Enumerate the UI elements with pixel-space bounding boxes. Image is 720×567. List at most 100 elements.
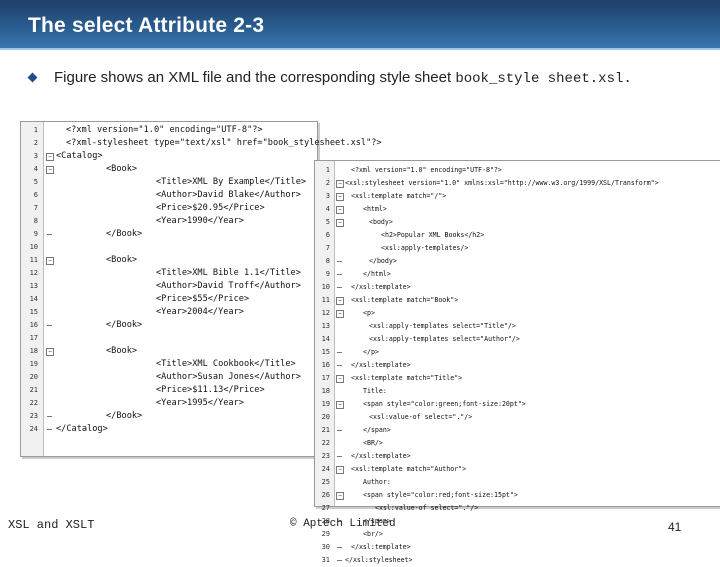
line-number: 19: [321, 400, 330, 408]
code-text: <Year>2004</Year>: [156, 307, 244, 317]
code-text: </Catalog>: [56, 424, 108, 434]
line-number: 21: [321, 426, 330, 434]
line-number: 24: [321, 465, 330, 473]
xml-code-listing: 1 <?xml version="1.0" encoding="UTF-8"?> 2…: [20, 121, 382, 457]
code-text: <?xml-stylesheet type="text/xsl" href="b…: [66, 138, 382, 148]
fold-end-icon: [337, 261, 342, 262]
line-number: 5: [33, 178, 38, 186]
line-number: 17: [29, 334, 38, 342]
code-line: 1 <?xml version="1.0" encoding="UTF-8"?>: [21, 124, 317, 137]
fold-toggle-icon[interactable]: −: [46, 153, 54, 161]
line-number: 11: [29, 256, 38, 264]
fold-toggle-icon[interactable]: −: [46, 257, 54, 265]
line-number: 26: [321, 491, 330, 499]
line-number: 19: [29, 360, 38, 368]
bullet-icon: [27, 72, 38, 83]
line-number: 13: [29, 282, 38, 290]
fold-toggle-icon[interactable]: −: [336, 193, 344, 201]
fold-end-icon: [47, 234, 52, 235]
code-line: 23 </xsl:template>: [315, 450, 720, 463]
code-text: <?xml version="1.0" encoding="UTF-8"?>: [351, 166, 502, 174]
code-text: <xsl:apply-templates select="Author"/>: [369, 335, 520, 343]
code-line: 9 </html>: [315, 268, 720, 281]
line-number: 1: [33, 126, 38, 134]
code-line: 11− <xsl:template match="Book">: [315, 294, 720, 307]
line-number: 5: [325, 218, 330, 226]
fold-end-icon: [47, 325, 52, 326]
code-text: <h2>Popular XML Books</h2>: [381, 231, 485, 239]
fold-toggle-icon[interactable]: −: [336, 297, 344, 305]
code-line: 19− <span style="color:green;font-size:20…: [315, 398, 720, 411]
code-text: </xsl:stylesheet>: [345, 556, 413, 564]
intro-paragraph: Figure shows an XML file and the corresp…: [54, 67, 694, 90]
line-number: 15: [321, 348, 330, 356]
code-text: <Author>David Blake</Author>: [156, 190, 301, 200]
line-number: 8: [33, 217, 38, 225]
fold-toggle-icon[interactable]: −: [336, 375, 344, 383]
code-text: <Title>XML By Example</Title>: [156, 177, 307, 187]
code-text: <Book>: [106, 164, 138, 174]
xsl-code-listing: 1 <?xml version="1.0" encoding="UTF-8"?> 2…: [314, 160, 720, 564]
fold-toggle-icon[interactable]: −: [46, 348, 54, 356]
code-line: 22 <BR/>: [315, 437, 720, 450]
code-text: <BR/>: [363, 439, 383, 447]
fold-toggle-icon[interactable]: −: [336, 206, 344, 214]
code-line: 21 <Price>$11.13</Price>: [21, 384, 317, 397]
code-line: 12− <p>: [315, 307, 720, 320]
code-line: 22 <Year>1995</Year>: [21, 397, 317, 410]
fold-end-icon: [337, 560, 342, 561]
line-number: 24: [29, 425, 38, 433]
slide-title: The select Attribute 2-3: [28, 14, 265, 37]
code-text: <Author>David Troff</Author>: [156, 281, 301, 291]
line-number: 18: [321, 387, 330, 395]
line-number: 10: [29, 243, 38, 251]
line-number: 20: [321, 413, 330, 421]
code-text: Title:: [363, 387, 387, 395]
code-line: 10: [21, 241, 317, 254]
line-number: 6: [33, 191, 38, 199]
line-number: 22: [29, 399, 38, 407]
fold-toggle-icon[interactable]: −: [336, 401, 344, 409]
code-text: <html>: [363, 205, 387, 213]
code-line: 1 <?xml version="1.0" encoding="UTF-8"?>: [315, 164, 720, 177]
line-number: 22: [321, 439, 330, 447]
code-text: <xsl:template match="/">: [351, 192, 447, 200]
code-line: 17− <xsl:template match="Title">: [315, 372, 720, 385]
code-text: <Title>XML Bible 1.1</Title>: [156, 268, 301, 278]
code-text: <Price>$11.13</Price>: [156, 385, 265, 395]
code-line: 17: [21, 332, 317, 345]
fold-toggle-icon[interactable]: −: [336, 180, 344, 188]
fold-toggle-icon[interactable]: −: [336, 466, 344, 474]
code-text: <span style="color:green;font-size:20pt"…: [363, 400, 526, 408]
code-text: <span style="color:red;font-size:15pt">: [363, 491, 518, 499]
fold-toggle-icon[interactable]: −: [46, 166, 54, 174]
fold-end-icon: [337, 547, 342, 548]
fold-end-icon: [337, 352, 342, 353]
fold-toggle-icon[interactable]: −: [336, 492, 344, 500]
code-line: 21 </span>: [315, 424, 720, 437]
footer-course-title: XSL and XSLT: [8, 518, 95, 532]
fold-toggle-icon[interactable]: −: [336, 310, 344, 318]
code-line: 20 <xsl:value-of select="."/>: [315, 411, 720, 424]
code-text: <Book>: [106, 346, 138, 356]
line-number: 9: [325, 270, 330, 278]
code-line: 16 </xsl:template>: [315, 359, 720, 372]
code-text: <xsl:apply-templates/>: [381, 244, 469, 252]
line-number: 4: [33, 165, 38, 173]
line-number: 3: [325, 192, 330, 200]
code-text: <xsl:value-of select="."/>: [369, 413, 473, 421]
intro-filename: book_style sheet.xsl.: [455, 71, 632, 87]
fold-end-icon: [47, 416, 52, 417]
code-text: <Year>1995</Year>: [156, 398, 244, 408]
code-text: <xsl:value-of select="."/>: [375, 504, 479, 512]
code-text: <Price>$20.95</Price>: [156, 203, 265, 213]
line-number: 23: [29, 412, 38, 420]
line-number: 10: [321, 283, 330, 291]
line-number: 6: [325, 231, 330, 239]
slide-header: The select Attribute 2-3: [0, 0, 720, 50]
fold-end-icon: [337, 456, 342, 457]
fold-toggle-icon[interactable]: −: [336, 219, 344, 227]
line-number: 14: [29, 295, 38, 303]
code-text: <Book>: [106, 255, 138, 265]
code-text: </xsl:template>: [351, 361, 411, 369]
